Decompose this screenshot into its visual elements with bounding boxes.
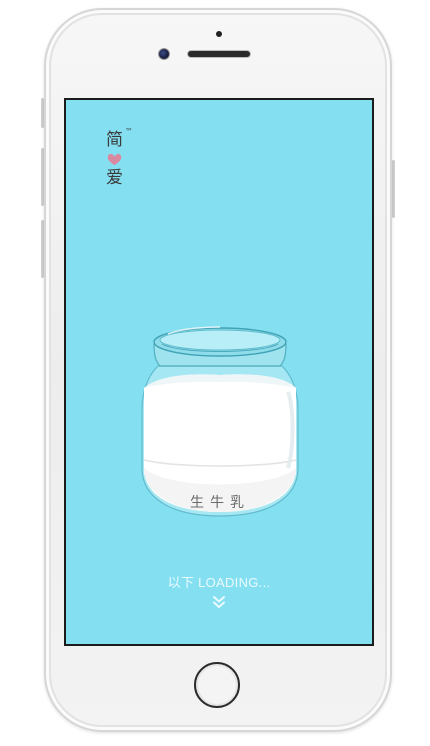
milk-label-text: 生牛乳 [190, 495, 250, 511]
earpiece-speaker [187, 50, 251, 58]
heart-icon [107, 153, 122, 166]
milk-jar-illustration: 生牛乳 [138, 318, 302, 528]
brand-logo: 简 ™ 爱 [106, 127, 136, 188]
loading-text: 以下 LOADING... [167, 575, 271, 590]
double-chevron-down-icon[interactable] [212, 595, 226, 609]
proximity-sensor [216, 31, 222, 37]
home-button[interactable] [194, 662, 240, 708]
app-screen: 简 ™ 爱 生牛乳 以下 LOADING... [64, 98, 374, 646]
front-camera-icon [158, 48, 170, 60]
trademark-mark: ™ [125, 127, 133, 136]
brand-char-bottom: 爱 [106, 168, 123, 188]
power-button [392, 160, 395, 218]
page: 简 ™ 爱 生牛乳 以下 LOADING... [0, 0, 430, 746]
